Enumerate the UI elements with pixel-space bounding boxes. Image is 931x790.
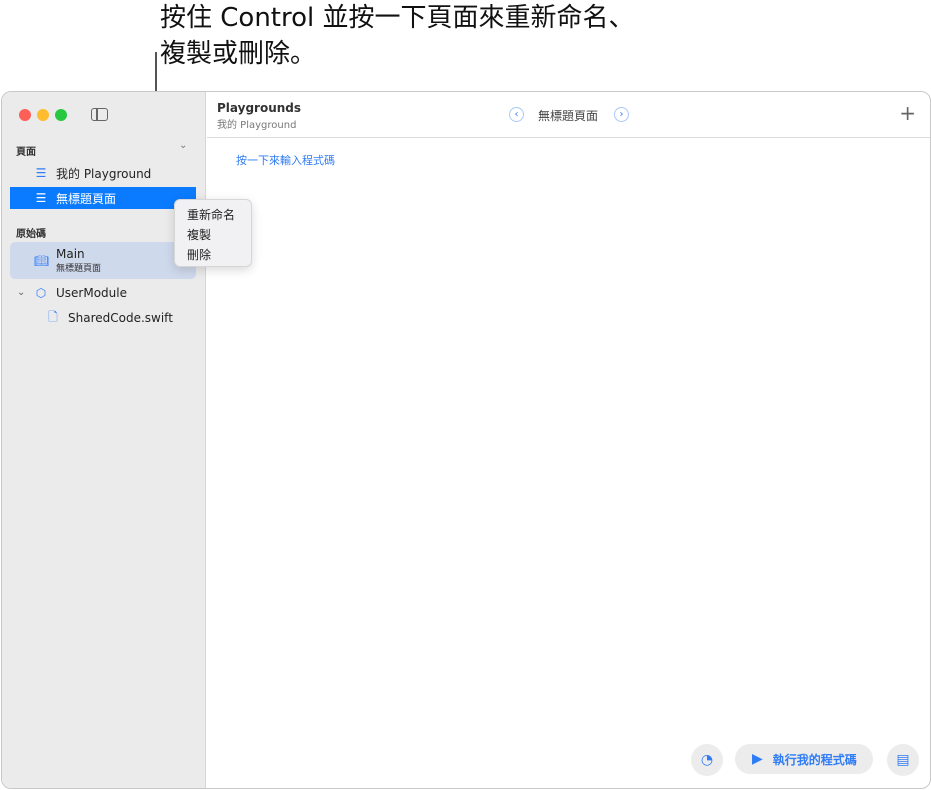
sidebar-toggle-icon[interactable] (91, 108, 108, 121)
menu-item-rename[interactable]: 重新命名 (187, 205, 251, 225)
pages-header: 頁面 (16, 147, 36, 158)
page-title: 無標題頁面 (538, 109, 599, 123)
code-editor-placeholder[interactable]: 按一下來輸入程式碼 (236, 152, 335, 168)
toolbar: Playgrounds 我的 Playground ‹ 無標題頁面 › + (207, 92, 930, 138)
chevron-down-icon[interactable]: ⌄ (179, 140, 187, 151)
run-code-button[interactable]: ▶ 執行我的程式碼 (735, 744, 873, 774)
book-icon: 📖︎ (34, 253, 50, 268)
context-menu: 重新命名 複製 刪除 (174, 199, 252, 267)
next-page-button[interactable]: › (614, 107, 629, 122)
add-page-button[interactable]: + (899, 101, 916, 125)
callout-text: 按住 Control 並按一下頁面來重新命名、 複製或刪除。 (160, 3, 635, 69)
menu-item-duplicate[interactable]: 複製 (187, 225, 251, 245)
cube-icon: ⬡ (35, 286, 47, 300)
page-lines-icon: ☰ (35, 166, 47, 180)
file-item[interactable]: 🗋︎ SharedCode.swift (10, 306, 196, 330)
app-window: 頁面 ⌄ ☰ 我的 Playground ☰ 無標題頁面 原始碼 📖︎ Main 無標… (1, 91, 931, 789)
page-item-untitled[interactable]: ☰ 無標題頁面 (10, 187, 196, 209)
module-item[interactable]: ⬡ UserModule (10, 281, 196, 305)
minimize-button[interactable] (37, 109, 49, 121)
toolbar-title: Playgrounds (217, 101, 302, 115)
page-lines-icon: ☰ (35, 191, 47, 205)
close-button[interactable] (19, 109, 31, 121)
play-icon: ▶ (752, 751, 763, 767)
menu-item-delete[interactable]: 刪除 (187, 245, 251, 265)
speed-gauge-icon[interactable]: ◔ (691, 744, 723, 776)
toolbar-subtitle: 我的 Playground (217, 120, 297, 131)
page-item-my-playground[interactable]: ☰ 我的 Playground (10, 161, 196, 185)
file-icon: 🗋︎ (48, 309, 58, 324)
source-header: 原始碼 (16, 229, 46, 240)
zoom-button[interactable] (55, 109, 67, 121)
console-icon[interactable]: ▤ (887, 744, 919, 776)
main-area: Playgrounds 我的 Playground ‹ 無標題頁面 › + 按一… (207, 92, 930, 788)
previous-page-button[interactable]: ‹ (509, 107, 524, 122)
source-item-main[interactable]: 📖︎ Main 無標題頁面 (10, 242, 196, 279)
sidebar: 頁面 ⌄ ☰ 我的 Playground ☰ 無標題頁面 原始碼 📖︎ Main 無標… (2, 92, 206, 788)
